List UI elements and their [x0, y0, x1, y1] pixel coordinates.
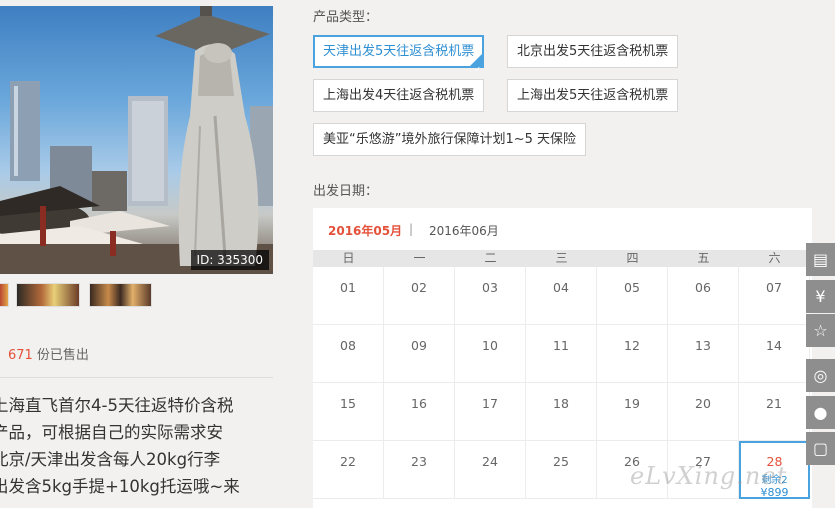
product-id-badge: ID: 335300	[190, 250, 269, 270]
calendar-day[interactable]: 04	[526, 267, 597, 325]
thumbnail-2[interactable]	[16, 283, 80, 307]
weekday-label: 四	[626, 251, 639, 265]
weekday-label: 二	[484, 251, 497, 265]
weekday-label: 五	[697, 251, 710, 265]
calendar-day[interactable]: 09	[384, 325, 455, 383]
weekday-label: 三	[555, 251, 568, 265]
star-icon: ☆	[813, 321, 828, 340]
option-beijing-5day[interactable]: 北京出发5天往返含税机票	[507, 35, 679, 68]
product-description: 上海直飞首尔4-5天往返特价含税 产品，可根据自己的实际需求安 北京/天津出发含…	[0, 392, 267, 500]
month-tabs: 2016年05月 | 2016年06月	[313, 208, 812, 250]
month-separator: |	[409, 222, 414, 236]
calendar-day[interactable]: 07	[739, 267, 810, 325]
option-shanghai-4day[interactable]: 上海出发4天往返含税机票	[313, 79, 485, 112]
description-line: 北京/天津出发含每人20kg行李	[0, 450, 221, 469]
weibo-icon: ◎	[813, 366, 828, 385]
calendar-day[interactable]: 15	[313, 383, 384, 441]
calendar-day[interactable]: 11	[526, 325, 597, 383]
option-label: 上海出发5天往返含税机票	[517, 88, 669, 103]
description-line: 出发含5kg手提+10kg托运哦~来	[0, 477, 240, 496]
product-hero-image[interactable]: ID: 335300	[0, 6, 273, 274]
option-insurance[interactable]: 美亚“乐悠游”境外旅行保障计划1~5 天保险	[313, 123, 587, 156]
calendar-day[interactable]: 23	[384, 441, 455, 499]
wechat-icon: ●	[813, 403, 828, 422]
calendar-day[interactable]: 24	[455, 441, 526, 499]
yen-icon: ¥	[815, 287, 826, 306]
weekday-label: 六	[768, 251, 781, 265]
calendar-day[interactable]: 01	[313, 267, 384, 325]
side-feedback-button[interactable]: ▢	[806, 432, 835, 465]
clipboard-icon: ▤	[812, 250, 829, 269]
sold-number: 671	[8, 348, 33, 363]
side-clipboard-button[interactable]: ▤	[806, 243, 835, 276]
calendar-day[interactable]: 06	[668, 267, 739, 325]
calendar-day[interactable]: 03	[455, 267, 526, 325]
calendar-day[interactable]: 25	[526, 441, 597, 499]
month-tab-june[interactable]: 2016年06月	[429, 222, 499, 239]
watermark: eLvXing.net	[630, 462, 788, 490]
description-line: 产品，可根据自己的实际需求安	[0, 423, 223, 442]
calendar-day[interactable]: 13	[668, 325, 739, 383]
option-tianjin-5day[interactable]: 天津出发5天往返含税机票	[313, 35, 485, 84]
side-favorite-button[interactable]: ☆	[806, 314, 835, 347]
seoul-buddha-scene	[0, 6, 273, 274]
option-shanghai-5day[interactable]: 上海出发5天往返含税机票	[507, 79, 679, 112]
description-line: 上海直飞首尔4-5天往返特价含税	[0, 396, 234, 415]
weekday-label: 日	[342, 251, 355, 265]
side-price-button[interactable]: ¥	[806, 280, 835, 313]
calendar-day[interactable]: 08	[313, 325, 384, 383]
calendar-day[interactable]: 16	[384, 383, 455, 441]
product-type-label: 产品类型：	[313, 10, 379, 25]
option-label: 北京出发5天往返含税机票	[517, 44, 669, 59]
divider	[0, 377, 273, 378]
thumbnail-1[interactable]	[0, 283, 9, 307]
calendar-day[interactable]: 02	[384, 267, 455, 325]
calendar-day[interactable]: 14	[739, 325, 810, 383]
calendar-day[interactable]: 12	[597, 325, 668, 383]
calendar-day[interactable]: 05	[597, 267, 668, 325]
thumbnail-3[interactable]	[89, 283, 152, 307]
feedback-icon: ▢	[812, 439, 829, 458]
weekday-header: 日一二三四五六	[313, 250, 812, 267]
calendar-day[interactable]: 22	[313, 441, 384, 499]
calendar-day[interactable]: 21	[739, 383, 810, 441]
side-wechat-button[interactable]: ●	[806, 396, 835, 429]
option-label: 天津出发5天往返含税机票	[323, 44, 475, 59]
calendar-day[interactable]: 10	[455, 325, 526, 383]
calendar-day[interactable]: 19	[597, 383, 668, 441]
selected-check-icon	[469, 53, 484, 84]
calendar-day[interactable]: 18	[526, 383, 597, 441]
departure-date-label: 出发日期：	[313, 184, 379, 199]
month-tab-may[interactable]: 2016年05月	[328, 222, 402, 239]
sold-count: 671 份已售出	[8, 344, 89, 363]
calendar-day[interactable]: 20	[668, 383, 739, 441]
side-weibo-button[interactable]: ◎	[806, 359, 835, 392]
sold-suffix: 份已售出	[36, 348, 89, 363]
option-label: 上海出发4天往返含税机票	[323, 88, 475, 103]
calendar-day[interactable]: 17	[455, 383, 526, 441]
weekday-label: 一	[413, 251, 426, 265]
option-label: 美亚“乐悠游”境外旅行保障计划1~5 天保险	[323, 132, 577, 147]
